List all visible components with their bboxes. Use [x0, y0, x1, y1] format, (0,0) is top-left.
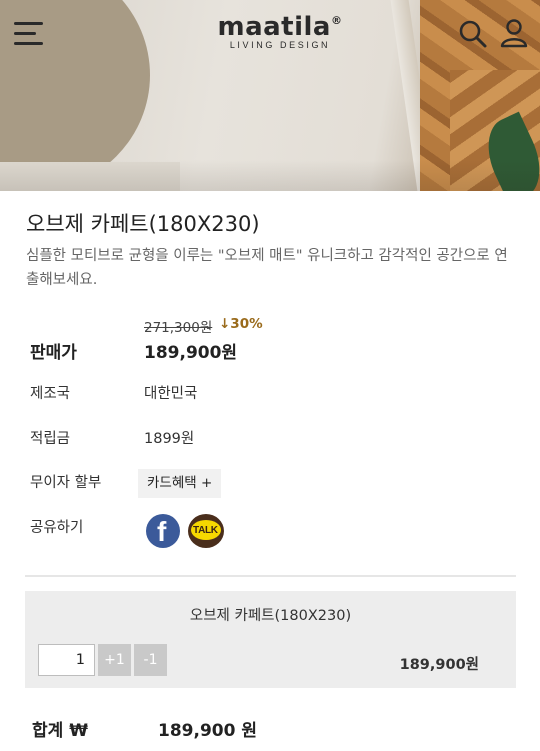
card-benefit-button[interactable]: 카드혜택 + — [138, 469, 222, 498]
hero-banner-image: maatila® LIVING DESIGN — [0, 0, 540, 191]
logo-word: maatila — [217, 12, 331, 42]
option-price: 189,900원 — [399, 657, 479, 673]
search-icon[interactable] — [458, 19, 488, 49]
origin-label: 제조국 — [30, 386, 71, 402]
section-divider — [25, 575, 516, 577]
share-label: 공유하기 — [30, 520, 84, 536]
origin-value: 대한민국 — [144, 386, 198, 402]
user-icon[interactable] — [500, 18, 530, 48]
option-name: 오브제 카페트(180X230) — [189, 608, 352, 624]
points-value: 1899원 — [144, 431, 195, 447]
quantity-minus-button[interactable]: -1 — [134, 644, 167, 676]
total-value: 189,900 원 — [158, 721, 257, 741]
hero-shade — [0, 160, 540, 191]
brand-logo[interactable]: maatila® LIVING DESIGN — [210, 12, 350, 50]
facebook-letter: f — [157, 516, 167, 547]
sale-price-value: 189,900원 — [144, 343, 238, 363]
sale-price-label: 판매가 — [30, 343, 77, 363]
quantity-plus-button[interactable]: +1 — [98, 644, 131, 676]
kakaotalk-icon[interactable]: TALK — [188, 514, 224, 548]
hamburger-menu-icon[interactable] — [14, 22, 44, 46]
logo-subtitle: LIVING DESIGN — [229, 40, 331, 50]
installment-label: 무이자 할부 — [30, 475, 102, 491]
selected-option-panel: 오브제 카페트(180X230) +1 -1 189,900원 — [25, 591, 516, 688]
points-label: 적립금 — [30, 431, 71, 447]
original-price: 271,300원 — [144, 320, 213, 336]
product-description: 심플한 모티브로 균형을 이루는 "오브제 매트" 유니크하고 감각적인 공간으… — [26, 248, 508, 288]
kakaotalk-text: TALK — [193, 525, 218, 536]
discount-rate: ↓30% — [219, 316, 263, 332]
quantity-input[interactable] — [38, 644, 95, 676]
product-title: 오브제 카페트(180X230) — [26, 212, 260, 236]
logo-registered-mark: ® — [330, 14, 343, 27]
total-label: 합계 ₩ — [32, 721, 88, 741]
facebook-icon[interactable]: f — [146, 514, 180, 548]
